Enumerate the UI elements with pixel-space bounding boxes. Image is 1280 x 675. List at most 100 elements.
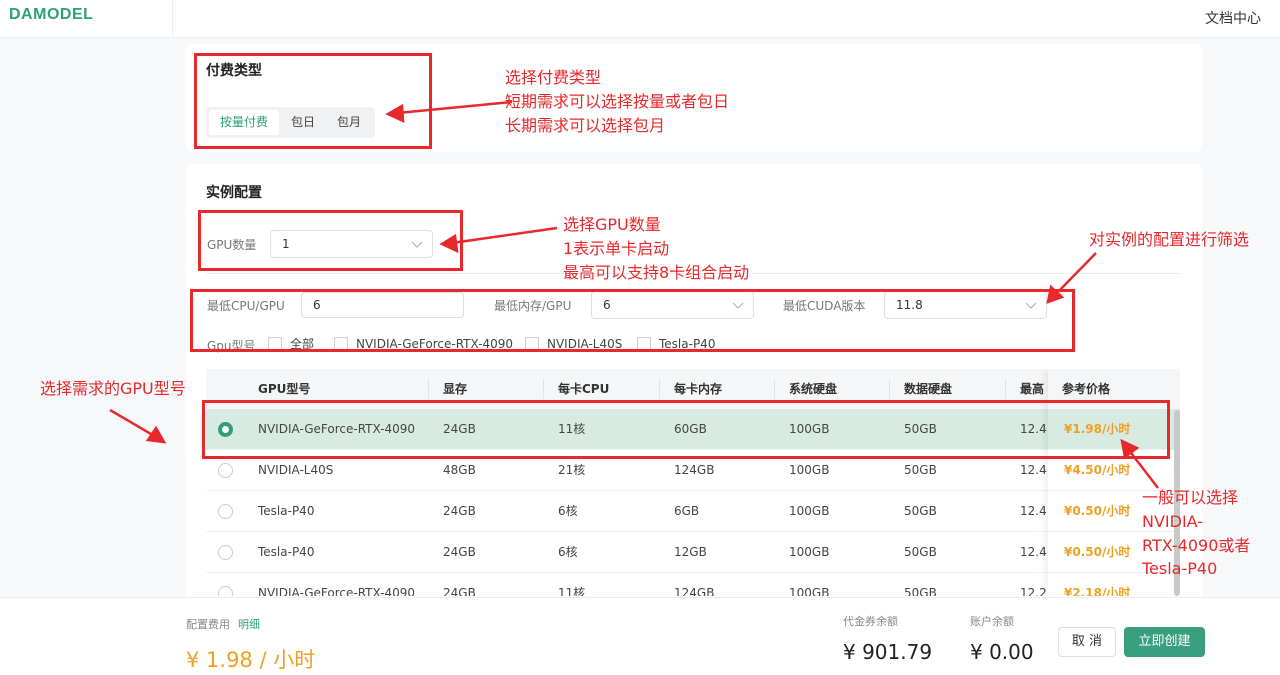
row-radio[interactable] bbox=[218, 545, 233, 560]
cell-model: NVIDIA-GeForce-RTX-4090 bbox=[258, 422, 415, 436]
cancel-button[interactable]: 取 消 bbox=[1058, 627, 1116, 657]
cell-sys-disk: 100GB bbox=[789, 463, 830, 477]
cell-cpu: 6核 bbox=[558, 504, 578, 518]
divider bbox=[889, 379, 890, 399]
min-mem-value: 6 bbox=[603, 298, 611, 312]
min-mem-select[interactable]: 6 bbox=[591, 291, 754, 319]
cell-cpu: 21核 bbox=[558, 463, 586, 477]
divider bbox=[428, 379, 429, 399]
pay-type-segmented: 按量付费 包日 包月 bbox=[206, 107, 375, 138]
cell-mem: 60GB bbox=[674, 422, 707, 436]
gpu-filter-label: NVIDIA-L40S bbox=[547, 337, 623, 351]
cell-cpu: 11核 bbox=[558, 422, 586, 436]
divider bbox=[659, 379, 660, 399]
column-header: 数据硬盘 bbox=[904, 382, 953, 396]
column-header: GPU型号 bbox=[258, 382, 311, 396]
divider bbox=[1005, 379, 1006, 399]
pay-type-title: 付费类型 bbox=[206, 63, 262, 79]
cell-max: 12.2 bbox=[1020, 586, 1047, 596]
checkbox[interactable] bbox=[525, 337, 539, 351]
arrow-icon bbox=[109, 408, 157, 439]
doc-center-link[interactable]: 文档中心 bbox=[1205, 8, 1261, 28]
column-header: 最高 bbox=[1020, 382, 1045, 396]
min-cpu-input[interactable]: 6 bbox=[301, 292, 464, 318]
cell-data-disk: 50GB bbox=[904, 545, 937, 559]
cell-data-disk: 50GB bbox=[904, 504, 937, 518]
table-row[interactable]: NVIDIA-L40S 48GB 21核 124GB 100GB 50GB 12.4 ¥4.5… bbox=[206, 450, 1180, 491]
table-row[interactable]: Tesla-P40 24GB 6核 12GB 100GB 50GB 12.4 ¥0.50/小时 bbox=[206, 532, 1180, 573]
min-mem-label: 最低内存/GPU bbox=[494, 299, 572, 313]
divider bbox=[774, 379, 775, 399]
cell-mem: 6GB bbox=[674, 504, 700, 518]
min-cuda-select[interactable]: 11.8 bbox=[884, 291, 1047, 319]
table-row[interactable]: NVIDIA-GeForce-RTX-4090 24GB 11核 124GB 100GB… bbox=[206, 573, 1180, 596]
gpu-count-select[interactable]: 1 bbox=[270, 230, 433, 258]
chevron-down-icon bbox=[1025, 302, 1037, 309]
divider bbox=[172, 0, 173, 38]
column-header: 每卡内存 bbox=[674, 382, 723, 396]
min-cuda-label: 最低CUDA版本 bbox=[783, 299, 866, 313]
gpu-filter-label: 全部 bbox=[290, 337, 315, 351]
pay-option-monthly[interactable]: 包月 bbox=[327, 110, 371, 135]
cell-sys-disk: 100GB bbox=[789, 545, 830, 559]
cell-data-disk: 50GB bbox=[904, 422, 937, 436]
top-bar: DAMODEL 文档中心 bbox=[0, 0, 1280, 38]
annotation-recommend-3: RTX-4090或者 bbox=[1142, 536, 1251, 555]
gpu-model-label: Gpu型号 bbox=[207, 339, 256, 353]
cell-mem: 124GB bbox=[674, 463, 715, 477]
instance-config-title: 实例配置 bbox=[206, 185, 262, 201]
cell-price: ¥1.98/小时 bbox=[1064, 422, 1131, 436]
voucher-value: ¥ 901.79 bbox=[843, 640, 933, 664]
cell-data-disk: 50GB bbox=[904, 463, 937, 477]
voucher-label: 代金券余额 bbox=[843, 615, 898, 628]
annotation-recommend-4: Tesla-P40 bbox=[1142, 559, 1218, 578]
total-price: ¥ 1.98 / 小时 bbox=[186, 648, 316, 672]
pay-option-daily[interactable]: 包日 bbox=[282, 110, 324, 135]
annotation-recommend-2: NVIDIA- bbox=[1142, 512, 1204, 531]
cell-model: NVIDIA-GeForce-RTX-4090 bbox=[258, 586, 415, 596]
cell-mem: 124GB bbox=[674, 586, 715, 596]
annotation-gpu-count-3: 最高可以支持8卡组合启动 bbox=[563, 263, 750, 282]
balance-label: 账户余额 bbox=[970, 615, 1014, 628]
cell-vram: 24GB bbox=[443, 504, 476, 518]
arrow-head-icon bbox=[145, 425, 167, 444]
column-header: 参考价格 bbox=[1062, 382, 1111, 396]
annotation-gpu-count-1: 选择GPU数量 bbox=[563, 215, 661, 234]
balance-value: ¥ 0.00 bbox=[970, 640, 1034, 664]
checkbox[interactable] bbox=[334, 337, 348, 351]
annotation-gpu-model: 选择需求的GPU型号 bbox=[40, 379, 186, 398]
divider bbox=[543, 379, 544, 399]
cell-max: 12.4 bbox=[1020, 422, 1047, 436]
gpu-table: GPU型号 显存 每卡CPU 每卡内存 系统硬盘 数据硬盘 最高 参考价格 NV… bbox=[206, 369, 1180, 596]
cell-max: 12.4 bbox=[1020, 504, 1047, 518]
pay-option-hourly[interactable]: 按量付费 bbox=[209, 110, 279, 135]
logo[interactable]: DAMODEL bbox=[9, 6, 93, 24]
cell-sys-disk: 100GB bbox=[789, 586, 830, 596]
cell-max: 12.4 bbox=[1020, 545, 1047, 559]
cell-vram: 24GB bbox=[443, 422, 476, 436]
cell-price: ¥0.50/小时 bbox=[1064, 545, 1131, 559]
row-radio[interactable] bbox=[218, 504, 233, 519]
column-header: 每卡CPU bbox=[558, 382, 610, 396]
gpu-filter-label: NVIDIA-GeForce-RTX-4090 bbox=[356, 337, 513, 351]
row-radio[interactable] bbox=[218, 463, 233, 478]
table-header: GPU型号 显存 每卡CPU 每卡内存 系统硬盘 数据硬盘 最高 参考价格 bbox=[206, 369, 1180, 409]
annotation-pay-2: 短期需求可以选择按量或者包日 bbox=[505, 92, 730, 111]
column-header: 系统硬盘 bbox=[789, 382, 838, 396]
table-row[interactable]: NVIDIA-GeForce-RTX-4090 24GB 11核 60GB 100GB 5… bbox=[206, 409, 1180, 450]
row-radio[interactable] bbox=[218, 586, 233, 596]
column-header: 显存 bbox=[443, 382, 468, 396]
cell-mem: 12GB bbox=[674, 545, 707, 559]
detail-link[interactable]: 明细 bbox=[238, 616, 260, 632]
cell-model: NVIDIA-L40S bbox=[258, 463, 334, 477]
create-button[interactable]: 立即创建 bbox=[1124, 627, 1205, 657]
checkbox[interactable] bbox=[268, 337, 282, 351]
chevron-down-icon bbox=[411, 241, 423, 248]
cell-max: 12.4 bbox=[1020, 463, 1047, 477]
min-cpu-label: 最低CPU/GPU bbox=[207, 299, 285, 313]
cell-sys-disk: 100GB bbox=[789, 504, 830, 518]
gpu-count-label: GPU数量 bbox=[207, 238, 257, 252]
checkbox[interactable] bbox=[637, 337, 651, 351]
row-radio[interactable] bbox=[218, 422, 233, 437]
table-row[interactable]: Tesla-P40 24GB 6核 6GB 100GB 50GB 12.4 ¥0.50/小时 bbox=[206, 491, 1180, 532]
